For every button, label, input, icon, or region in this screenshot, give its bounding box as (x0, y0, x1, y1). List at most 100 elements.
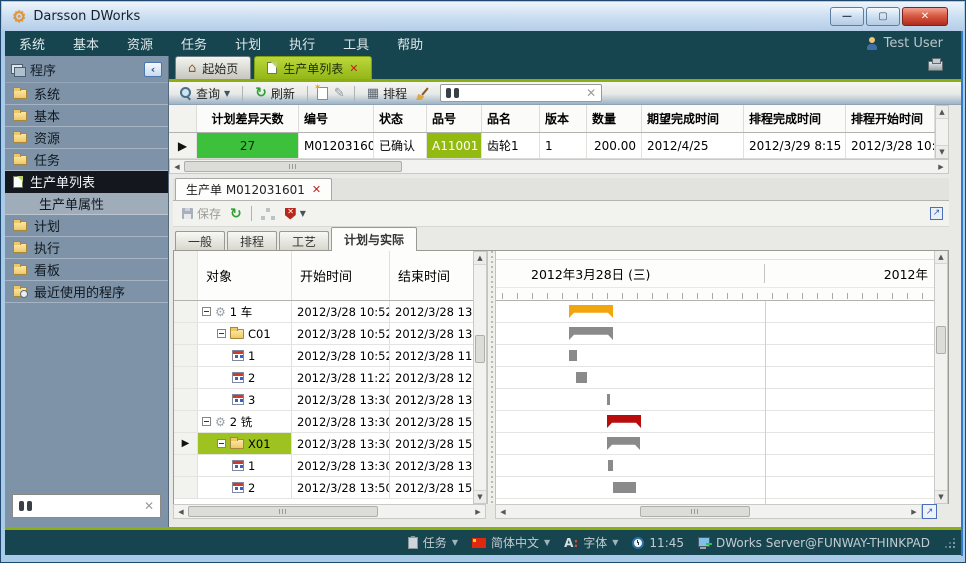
scroll-up-icon[interactable]: ▲ (936, 106, 948, 119)
tree-cell-end[interactable]: 2012/3/28 12:00 (390, 367, 473, 388)
tree-cell-end[interactable]: 2012/3/28 13:40 (390, 323, 473, 344)
sidebar-item-0[interactable]: 系统 (5, 83, 168, 105)
grid-hscroll-thumb[interactable] (184, 161, 402, 172)
detail-doc-tab[interactable]: 生产单 M012031601 ✕ (175, 178, 332, 200)
cell-version[interactable]: 1 (540, 133, 587, 158)
scroll-right-icon[interactable]: ▶ (934, 163, 948, 171)
inner-tab-0[interactable]: 一般 (175, 231, 225, 251)
status-task-menu[interactable]: 任务 ▼ (401, 534, 465, 551)
tab-tray-icon[interactable] (928, 61, 943, 71)
col-diff-days[interactable]: 计划差异天数 (197, 105, 299, 132)
cell-sched-start[interactable]: 2012/3/28 10:52 (846, 133, 935, 158)
resize-grip[interactable] (945, 538, 955, 548)
tree-cell-end[interactable]: 2012/3/28 15:30 (390, 477, 473, 498)
tree-cell-end[interactable]: 2012/3/28 15:40 (390, 433, 473, 454)
tree-vscroll-thumb[interactable] (475, 335, 485, 363)
sidebar-item-4[interactable]: 生产单列表 (5, 171, 168, 193)
tree-cell-start[interactable]: 2012/3/28 13:30 (292, 389, 390, 410)
gantt-horizontal-scrollbar[interactable]: ◀ ▶ (495, 504, 922, 519)
scroll-left-icon[interactable]: ◀ (170, 163, 184, 171)
refresh-button[interactable]: ↻ 刷新 (252, 85, 298, 102)
tree-cell-end[interactable]: 2012/3/28 13:40 (390, 301, 473, 322)
gantt-popout-icon[interactable]: ↗ (922, 504, 937, 519)
tree-cell-start[interactable]: 2012/3/28 13:30 (292, 433, 390, 454)
status-font-menu[interactable]: A: 字体 ▼ (557, 534, 625, 551)
tree-row-3[interactable]: 22012/3/28 11:222012/3/28 12:00 (174, 367, 473, 389)
sidebar-item-7[interactable]: 执行 (5, 237, 168, 259)
tree-col-start[interactable]: 开始时间 (292, 251, 390, 300)
cell-sched-finish[interactable]: 2012/3/29 8:15 (744, 133, 846, 158)
minimize-button[interactable]: — (830, 7, 864, 26)
menu-item-1[interactable]: 基本 (59, 34, 113, 53)
tree-col-end[interactable]: 结束时间 (390, 251, 473, 300)
scroll-down-icon[interactable]: ▼ (474, 490, 486, 503)
inner-tab-3[interactable]: 计划与实际 (331, 227, 417, 251)
col-sched-finish[interactable]: 排程完成时间 (744, 105, 846, 132)
broom-icon[interactable] (416, 86, 430, 100)
grid-vertical-scrollbar[interactable]: ▲ ▼ (935, 105, 949, 159)
cell-code[interactable]: M012031601 (299, 133, 374, 158)
gantt-bar-summary[interactable] (607, 415, 641, 428)
col-status[interactable]: 状态 (374, 105, 427, 132)
tree-row-0[interactable]: ⚙1 车2012/3/28 10:522012/3/28 13:40 (174, 301, 473, 323)
gantt-bar-summary[interactable] (607, 437, 640, 450)
tree-cell-object[interactable]: 3 (198, 389, 292, 410)
detail-tab-close-icon[interactable]: ✕ (312, 183, 321, 196)
tree-expand-icon[interactable] (217, 439, 226, 448)
edit-pencil-icon[interactable]: ✎ (334, 87, 345, 100)
cell-status[interactable]: 已确认 (374, 133, 427, 158)
sidebar-search-box[interactable]: ✕ (12, 494, 161, 518)
tree-cell-object[interactable]: C01 (198, 323, 292, 344)
scroll-left-icon[interactable]: ◀ (174, 508, 188, 516)
scroll-down-icon[interactable]: ▼ (936, 145, 948, 158)
sidebar-item-1[interactable]: 基本 (5, 105, 168, 127)
cell-item-no[interactable]: A11001 (427, 133, 482, 158)
cell-diff-days[interactable]: 27 (197, 133, 299, 158)
tree-cell-start[interactable]: 2012/3/28 13:50 (292, 477, 390, 498)
tree-row-1[interactable]: C012012/3/28 10:522012/3/28 13:40 (174, 323, 473, 345)
gantt-bar-summary[interactable] (569, 327, 613, 340)
tree-cell-start[interactable]: 2012/3/28 10:52 (292, 323, 390, 344)
gantt-bar-task[interactable] (613, 482, 636, 493)
tree-col-object[interactable]: 对象 (198, 251, 292, 300)
detail-refresh-icon[interactable]: ↻ (230, 207, 242, 221)
scroll-up-icon[interactable]: ▲ (935, 251, 947, 264)
tree-horizontal-scrollbar[interactable]: ◀ ▶ (173, 504, 486, 519)
tree-expand-icon[interactable] (202, 417, 211, 426)
menu-item-6[interactable]: 工具 (329, 34, 383, 53)
col-qty[interactable]: 数量 (587, 105, 642, 132)
menu-item-7[interactable]: 帮助 (383, 34, 437, 53)
tree-cell-start[interactable]: 2012/3/28 11:22 (292, 367, 390, 388)
tree-cell-object[interactable]: 1 (198, 455, 292, 476)
tree-row-2[interactable]: 12012/3/28 10:522012/3/28 11:22 (174, 345, 473, 367)
cell-item-name[interactable]: 齿轮1 (482, 133, 540, 158)
tree-cell-object[interactable]: X01 (198, 433, 292, 454)
status-language-menu[interactable]: 简体中文 ▼ (465, 534, 557, 551)
tree-cell-start[interactable]: 2012/3/28 10:52 (292, 301, 390, 322)
close-button[interactable]: ✕ (902, 7, 948, 26)
scroll-down-icon[interactable]: ▼ (935, 490, 947, 503)
gantt-vertical-scrollbar[interactable]: ▲ ▼ (934, 251, 948, 504)
menu-item-0[interactable]: 系统 (5, 34, 59, 53)
tree-cell-object[interactable]: 2 (198, 477, 292, 498)
col-item-no[interactable]: 品号 (427, 105, 482, 132)
sidebar-item-5[interactable]: 生产单属性 (5, 193, 168, 215)
tree-row-5[interactable]: ⚙2 铣2012/3/28 13:302012/3/28 15:40 (174, 411, 473, 433)
col-item-name[interactable]: 品名 (482, 105, 540, 132)
tree-expand-icon[interactable] (217, 329, 226, 338)
query-button[interactable]: 查询 ▼ (177, 85, 233, 102)
tree-cell-object[interactable]: 1 (198, 345, 292, 366)
scroll-left-icon[interactable]: ◀ (496, 508, 510, 516)
restore-button[interactable]: ▢ (866, 7, 900, 26)
tree-row-4[interactable]: 32012/3/28 13:302012/3/28 13:40 (174, 389, 473, 411)
cell-qty[interactable]: 200.00 (587, 133, 642, 158)
col-expect-finish[interactable]: 期望完成时间 (642, 105, 744, 132)
tree-cell-start[interactable]: 2012/3/28 13:30 (292, 411, 390, 432)
tree-row-8[interactable]: 22012/3/28 13:502012/3/28 15:30 (174, 477, 473, 499)
gantt-bar-task[interactable] (608, 460, 613, 471)
scroll-up-icon[interactable]: ▲ (474, 252, 486, 265)
tab-home[interactable]: ⌂ 起始页 (175, 56, 251, 79)
sidebar-item-9[interactable]: 最近使用的程序 (5, 281, 168, 303)
cell-expect-finish[interactable]: 2012/4/25 (642, 133, 744, 158)
col-sched-start[interactable]: 排程开始时间 (846, 105, 935, 132)
